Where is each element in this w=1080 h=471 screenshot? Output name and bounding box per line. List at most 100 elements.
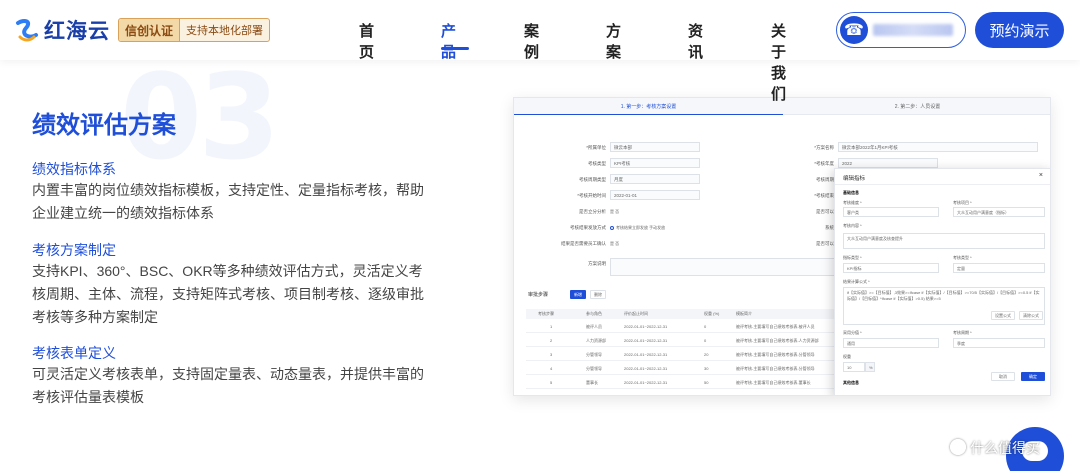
phone-icon: ☎: [840, 16, 868, 44]
form-textarea: [610, 258, 850, 276]
modal-field: 大众互动用户满意度（指标）: [953, 207, 1045, 217]
table-cell: 30: [704, 366, 709, 371]
table-cell: 被评考核-主要填写自己绩效考核表-分管领导: [736, 366, 815, 371]
table-cell: 2022-01-01~2022-12-31: [624, 352, 668, 357]
set-formula-button[interactable]: 设置公式: [991, 311, 1015, 320]
table-cell: 1: [550, 324, 553, 329]
table-cell: 3: [550, 352, 553, 357]
certification-badge: 信创认证 支持本地化部署: [118, 18, 271, 42]
form-label: 考核结果发放方式: [570, 225, 606, 230]
table-cell: 被评考核-主要填写自己绩效考核表-分管领导: [736, 352, 815, 357]
modal-section-basic: 基础信息: [843, 190, 859, 195]
table-cell: 被评考核-主要填写自己绩效考核表-董事长: [736, 380, 811, 385]
form-field: 微云本部: [610, 142, 700, 152]
modal-label: 考核类型 *: [953, 255, 972, 260]
form-label: *考核开始时间: [577, 193, 606, 198]
table-cell: 0: [704, 324, 707, 329]
watermark: 什么值得买: [950, 438, 1040, 458]
modal-header: 编辑指标 ×: [835, 169, 1050, 185]
ok-button[interactable]: 确定: [1021, 372, 1045, 381]
form-label: *所属单位: [586, 145, 606, 150]
menu-item-solutions[interactable]: 方案: [606, 20, 621, 62]
block-heading-plan: 考核方案制定: [32, 242, 116, 258]
modal-label: 考核周期 *: [953, 330, 972, 335]
table-row: 5 董事长 2022-01-01~2022-12-31 50 被评考核-主要填写…: [526, 377, 866, 389]
table-header: 评价起止时间: [624, 311, 648, 316]
table-cell: 2022-01-01~2022-12-31: [624, 380, 668, 385]
table-cell: 分管领导: [586, 366, 602, 371]
table-header: 参与角色: [586, 311, 602, 316]
step-1: 1. 第一步：考核方案设置: [514, 98, 783, 115]
menu-item-cases[interactable]: 案例: [524, 20, 539, 62]
phone-number-blurred: [873, 24, 953, 36]
table-cell: 2022-01-01~2022-12-31: [624, 324, 668, 329]
form-label: *考核结束: [814, 193, 834, 198]
table-row: 4 分管领导 2022-01-01~2022-12-31 30 被评考核-主要填…: [526, 363, 866, 375]
table-row: 1 被评人员 2022-01-01~2022-12-31 0 被评考核-主要填写…: [526, 321, 866, 333]
block-heading-indicators: 绩效指标体系: [32, 161, 116, 177]
block-body-plan: 支持KPI、360°、BSC、OKR等多种绩效评估方式，灵活定义考核周期、主体、…: [32, 263, 424, 325]
table-cell: 被评考核-主要填写自己绩效考核表-人力资源部: [736, 338, 819, 343]
modal-title: 编辑指标: [843, 176, 866, 182]
table-cell: 2022-01-01~2022-12-31: [624, 366, 668, 371]
cancel-button[interactable]: 取消: [991, 372, 1015, 381]
table-cell: 50: [704, 380, 709, 385]
form-label: 系统: [825, 225, 834, 230]
block-body-indicators: 内置丰富的岗位绩效指标模板，支持定性、定量指标考核，帮助企业建立统一的绩效指标体…: [32, 182, 424, 221]
modal-label: 结果计算公式 *: [843, 279, 870, 284]
block-heading-forms: 考核表单定义: [32, 345, 116, 361]
logo-text: 红海云: [44, 19, 110, 43]
form-label: 是否立分分析: [579, 209, 606, 214]
form-label: 考核周期类型: [579, 177, 606, 182]
top-nav: 红海云 信创认证 支持本地化部署 首页 产品 案例 方案 资讯 关于我们 ☎ 预…: [0, 0, 1080, 103]
watermark-icon: [950, 439, 966, 455]
form-field: 月度: [610, 174, 700, 184]
table-cell: 董事长: [586, 380, 598, 385]
form-label: *考核年度: [814, 161, 834, 166]
table-cell: 人力资源部: [586, 338, 606, 343]
logo-mark-icon: [16, 18, 38, 42]
table-cell: 0: [704, 338, 707, 343]
section-title: 绩效评估方案: [32, 112, 176, 139]
modal-field: 客户类: [843, 207, 939, 217]
form-label: 方案说明: [588, 261, 606, 266]
table-row: 3 分管领导 2022-01-01~2022-12-31 20 被评考核-主要填…: [526, 349, 866, 361]
close-icon[interactable]: ×: [1039, 172, 1043, 179]
modal-field: 通用: [843, 338, 939, 348]
modal-label: 指标类型 *: [843, 255, 862, 260]
modal-field: 定量: [953, 263, 1045, 273]
menu-item-product[interactable]: 产品: [441, 20, 456, 62]
delete-step-button[interactable]: 删除: [590, 290, 606, 299]
table-cell: 被评考核-主要填写自己绩效考核表-被评人员: [736, 324, 815, 329]
menu-item-news[interactable]: 资讯: [688, 20, 703, 62]
menu-item-home[interactable]: 首页: [359, 20, 374, 62]
book-demo-button[interactable]: 预约演示: [975, 12, 1064, 48]
step-2: 2. 第二步：人员设置: [894, 104, 941, 110]
modal-section-other: 其他信息: [843, 380, 859, 385]
table-cell: 被评人员: [586, 324, 602, 329]
clear-formula-button[interactable]: 清除公式: [1019, 311, 1043, 320]
weight-unit: %: [865, 362, 875, 372]
form-label: 是否可以: [816, 209, 834, 214]
table-cell: 20: [704, 352, 709, 357]
form-field: 2022: [838, 158, 938, 168]
form-label: 考核周期: [816, 177, 834, 182]
form-value: 考核结果立即发放 手动发放: [610, 225, 665, 231]
modal-field: 季度: [953, 338, 1045, 348]
menu-item-about[interactable]: 关于我们: [771, 20, 786, 104]
add-step-button[interactable]: 新增: [570, 290, 586, 299]
table-cell: 分管领导: [586, 352, 602, 357]
weight-field[interactable]: 10: [843, 362, 865, 372]
logo[interactable]: 红海云: [14, 14, 110, 46]
form-value: 是 否: [610, 241, 620, 246]
form-field: 2022-01-01: [610, 190, 700, 200]
form-field: KPI考核: [610, 158, 700, 168]
badge-main: 信创认证: [119, 19, 181, 41]
modal-field: KPI指标: [843, 263, 939, 273]
form-field: 微云本部2022年1月KPI考核: [838, 142, 1038, 152]
modal-label: 考核内容 *: [843, 223, 862, 228]
modal-label: 采用分值 *: [843, 330, 862, 335]
table-cell: 2022-01-01~2022-12-31: [624, 338, 668, 343]
form-label: 是否可以: [816, 241, 834, 246]
phone-contact[interactable]: ☎: [836, 12, 966, 48]
